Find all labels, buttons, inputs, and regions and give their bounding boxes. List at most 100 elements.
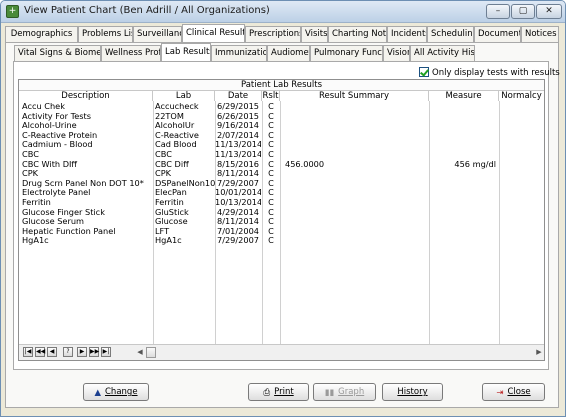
next-page-button[interactable]: ▶▶: [89, 347, 99, 357]
table-row[interactable]: Drug Scrn Panel Non DOT 10* DSPanelNon10 7…: [19, 178, 544, 188]
tab-audiometry[interactable]: Audiometry: [267, 45, 310, 61]
first-record-button[interactable]: |◀: [23, 347, 33, 357]
col-header-measure[interactable]: Measure: [429, 91, 499, 101]
cell-description: CBC With DIff: [22, 158, 78, 169]
cell-lab: Ferritin: [155, 196, 184, 207]
tab-documents[interactable]: Documents: [474, 26, 521, 42]
change-label: Change: [105, 387, 138, 397]
tab-surveillance[interactable]: Surveillance: [133, 26, 182, 42]
table-row[interactable]: Electrolyte Panel ElecPan 10/01/2014 C: [19, 187, 544, 197]
cell-result-summary: 456.0000: [285, 158, 325, 169]
cell-description: Accu Chek: [22, 101, 65, 111]
table-row[interactable]: Ferritin Ferritin 10/13/2014 C: [19, 197, 544, 207]
table-row[interactable]: Alcohol-Urine AlcoholUr 9/16/2014 C: [19, 120, 544, 130]
tab-demographics[interactable]: Demographics: [5, 26, 78, 42]
table-row[interactable]: CBC With DIff CBC Diff 8/15/2016 C 456.0000 4…: [19, 159, 544, 169]
cell-lab: CBC Diff: [155, 158, 189, 169]
lab-results-grid[interactable]: Patient Lab Results Description Lab Date…: [18, 79, 545, 361]
table-row[interactable]: Accu Chek Accucheck 6/29/2015 C: [19, 101, 544, 111]
tab-charting-notes[interactable]: Charting Notes: [328, 26, 387, 42]
scroll-right-arrow-icon[interactable]: ▶: [535, 347, 543, 358]
graph-button[interactable]: ▮▮ Graph: [313, 383, 376, 401]
tab-immunizations[interactable]: Immunizations: [211, 45, 267, 61]
next-record-button[interactable]: ▶: [77, 347, 87, 357]
print-button[interactable]: ⎙ Print: [248, 383, 309, 401]
tab-notices[interactable]: Notices: [521, 26, 559, 42]
cell-date: 7/29/2007: [217, 235, 259, 246]
col-header-description[interactable]: Description: [19, 91, 153, 101]
table-row[interactable]: Activity For Tests 22TOM 6/26/2015 C: [19, 111, 544, 121]
grid-rows: Accu Chek Accucheck 6/29/2015 C Activity For…: [19, 101, 544, 245]
table-row[interactable]: Hepatic Function Panel LFT 7/01/2004 C: [19, 226, 544, 236]
horizontal-scroll-thumb[interactable]: [146, 347, 156, 358]
exit-door-icon: ⇥: [496, 388, 504, 398]
app-chart-icon: +: [6, 5, 19, 18]
cell-date: 6/26/2015: [217, 110, 259, 121]
col-header-normalcy[interactable]: Normalcy: [499, 91, 544, 101]
prev-record-button[interactable]: ◀: [47, 347, 57, 357]
col-header-result-summary[interactable]: Result Summary: [280, 91, 429, 101]
cell-description: HgA1c: [22, 235, 49, 246]
cell-result-summary: [285, 149, 427, 159]
cell-date: 10/01/2014: [215, 187, 261, 198]
cell-rslt: C: [268, 177, 274, 188]
triangle-up-icon: ▲: [94, 388, 101, 398]
tab-clinical-results[interactable]: Clinical Results: [182, 24, 245, 42]
close-window-button[interactable]: ✕: [536, 4, 562, 19]
col-header-date[interactable]: Date: [215, 91, 262, 101]
scroll-left-arrow-icon[interactable]: ◀: [135, 347, 145, 358]
cell-lab: HgA1c: [155, 235, 182, 246]
tab-lab-results[interactable]: Lab Results: [161, 43, 211, 61]
col-header-lab[interactable]: Lab: [153, 91, 215, 101]
cell-measure: [429, 226, 496, 236]
cell-description: Glucose Finger Stick: [22, 206, 105, 217]
minimize-button[interactable]: –: [486, 4, 510, 19]
patient-chart-window: + View Patient Chart (Ben Adrill / All O…: [0, 0, 566, 417]
cell-lab: AlcoholUr: [155, 120, 195, 131]
tab-problems-lists[interactable]: Problems Lists: [78, 26, 133, 42]
table-row[interactable]: HgA1c HgA1c 7/29/2007 C: [19, 235, 544, 245]
history-button[interactable]: History: [382, 383, 443, 401]
cell-rslt: C: [268, 139, 274, 150]
table-row[interactable]: CPK CPK 8/11/2014 C: [19, 168, 544, 178]
only-results-filter[interactable]: Only display tests with results: [419, 67, 560, 79]
cell-result-summary: [285, 120, 427, 130]
help-button[interactable]: ?: [63, 347, 73, 357]
cell-lab: LFT: [155, 225, 170, 236]
only-results-checkbox[interactable]: [419, 67, 429, 77]
last-record-button[interactable]: ▶|: [101, 347, 111, 357]
cell-measure: [429, 111, 496, 121]
cell-date: 8/11/2014: [217, 168, 259, 179]
cell-result-summary: [285, 130, 427, 140]
maximize-button[interactable]: ▢: [511, 4, 535, 19]
tab-all-activity-history[interactable]: All Activity History: [410, 45, 475, 61]
cell-rslt: C: [268, 225, 274, 236]
cell-measure: [429, 168, 496, 178]
cell-lab: Accucheck: [155, 101, 199, 111]
cell-rslt: C: [268, 216, 274, 227]
prev-page-button[interactable]: ◀◀: [35, 347, 45, 357]
table-row[interactable]: C-Reactive Protein C-Reactive 2/07/2014 C: [19, 130, 544, 140]
cell-measure: [429, 101, 496, 111]
tab-scheduling[interactable]: Scheduling: [427, 26, 474, 42]
tab-vision[interactable]: Vision: [383, 45, 410, 61]
tab-visits[interactable]: Visits: [301, 26, 328, 42]
close-button[interactable]: ⇥ Close: [482, 383, 545, 401]
bar-graph-icon: ▮▮: [324, 388, 335, 398]
cell-measure: [429, 178, 496, 188]
table-row[interactable]: CBC CBC 11/13/2014 C: [19, 149, 544, 159]
tab-pulmonary-function[interactable]: Pulmonary Function: [310, 45, 383, 61]
cell-lab: GluStick: [155, 206, 189, 217]
tab-wellness-profile[interactable]: Wellness Profile: [101, 45, 161, 61]
tab-prescriptions[interactable]: Prescriptions: [245, 26, 301, 42]
cell-rslt: C: [268, 120, 274, 131]
cell-measure: [429, 120, 496, 130]
tab-incidents[interactable]: Incidents: [387, 26, 427, 42]
table-row[interactable]: Cadmium - Blood Cad Blood 11/13/2014 C: [19, 139, 544, 149]
change-button[interactable]: ▲ Change: [83, 383, 149, 401]
col-header-rslt[interactable]: Rslt: [262, 91, 280, 101]
table-row[interactable]: Glucose Finger Stick GluStick 4/29/2014 C: [19, 207, 544, 217]
tab-vital-signs[interactable]: Vital Signs & Biometrics: [14, 45, 101, 61]
cell-description: Cadmium - Blood: [22, 139, 93, 150]
table-row[interactable]: Glucose Serum Glucose 8/11/2014 C: [19, 216, 544, 226]
